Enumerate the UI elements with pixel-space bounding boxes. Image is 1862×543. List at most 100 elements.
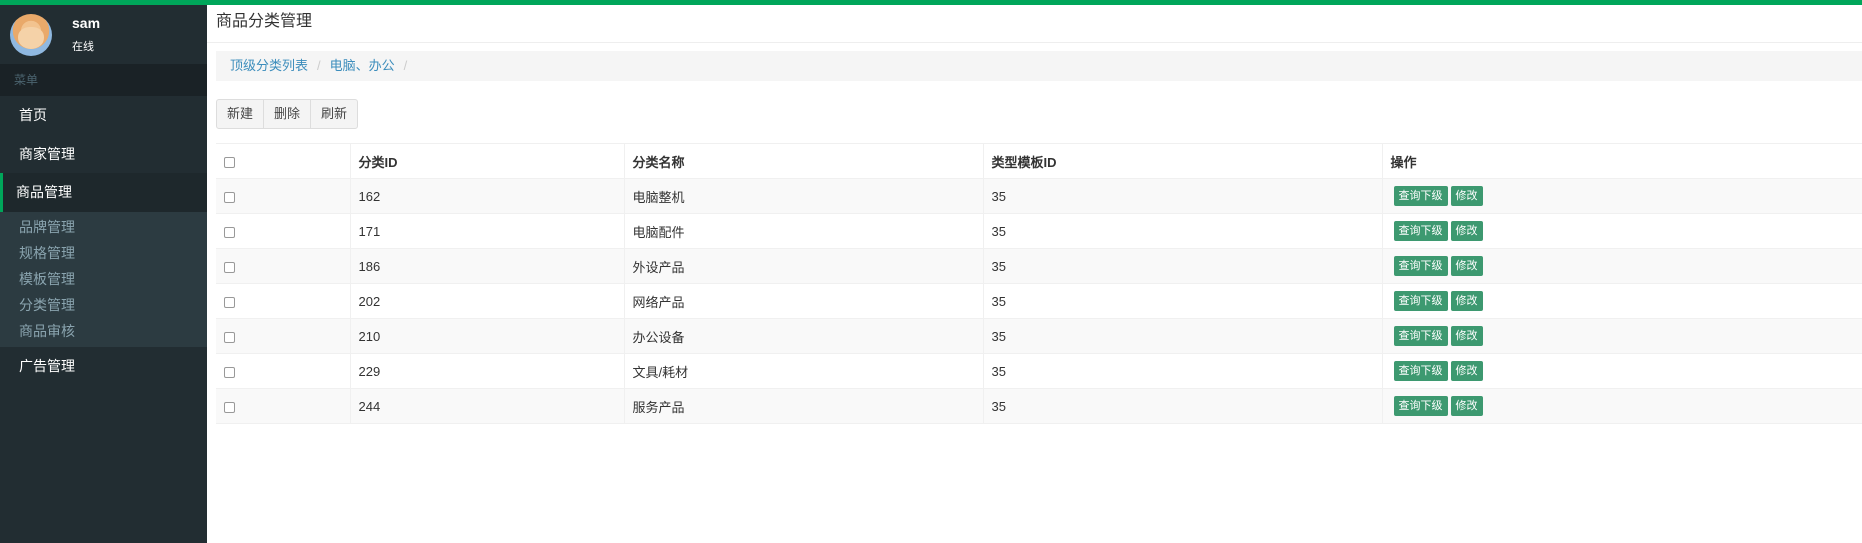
query-children-button[interactable]: 查询下级 [1393,256,1448,276]
row-id: 186 [349,248,624,284]
avatar [10,13,52,56]
breadcrumb-separator: / [403,58,408,73]
edit-button[interactable]: 修改 [1450,361,1483,381]
breadcrumb-current[interactable]: 电脑、办公 [330,58,395,73]
row-checkbox[interactable] [224,261,235,273]
row-name: 外设产品 [623,248,983,284]
submenu-item-brand[interactable]: 品牌管理 [0,214,207,240]
row-checkbox-cell [216,318,350,354]
row-template: 35 [982,318,1382,354]
submenu-item-template[interactable]: 模板管理 [0,266,207,292]
page-title: 商品分类管理 [207,5,1862,43]
row-checkbox[interactable] [224,401,235,413]
row-actions: 查询下级 修改 [1381,213,1862,249]
user-name: sam [72,15,101,31]
table-row: 186 外设产品 35 查询下级 修改 [216,248,1862,284]
query-children-button[interactable]: 查询下级 [1393,291,1448,311]
row-template: 35 [982,353,1382,389]
row-checkbox[interactable] [224,366,235,378]
row-id: 229 [349,353,624,389]
row-name: 服务产品 [623,388,983,424]
edit-button[interactable]: 修改 [1450,221,1483,241]
row-id: 162 [349,178,624,214]
query-children-button[interactable]: 查询下级 [1393,221,1448,241]
row-template: 35 [982,213,1382,249]
row-id: 244 [349,388,624,424]
query-children-button[interactable]: 查询下级 [1393,361,1448,381]
toolbar: 新建 删除 刷新 [216,99,359,129]
row-checkbox-cell [216,248,350,284]
row-checkbox[interactable] [224,191,235,203]
submenu-item-audit[interactable]: 商品审核 [0,318,207,344]
edit-button[interactable]: 修改 [1450,291,1483,311]
breadcrumb-separator: / [317,58,321,73]
sidebar-item-home[interactable]: 首页 [0,96,207,135]
select-all-cell [216,143,350,179]
table-row: 202 网络产品 35 查询下级 修改 [216,283,1862,319]
row-actions: 查询下级 修改 [1381,283,1862,319]
row-checkbox-cell [216,283,350,319]
row-checkbox[interactable] [224,331,235,343]
breadcrumb-top-level[interactable]: 顶级分类列表 [230,58,308,73]
user-status-label: 在线 [72,41,94,53]
goods-submenu: 品牌管理 规格管理 模板管理 分类管理 商品审核 [0,211,207,347]
row-id: 210 [349,318,624,354]
query-children-button[interactable]: 查询下级 [1393,326,1448,346]
delete-button[interactable]: 删除 [263,99,312,129]
avatar-dog-icon [18,26,44,49]
query-children-button[interactable]: 查询下级 [1393,186,1448,206]
category-table: 分类ID 分类名称 类型模板ID 操作 162 电脑整机 35 查询下级 修改 1… [216,143,1862,424]
sidebar-item-ads[interactable]: 广告管理 [0,347,207,386]
submenu-item-category[interactable]: 分类管理 [0,292,207,318]
column-header-id: 分类ID [349,143,624,179]
row-checkbox-cell [216,213,350,249]
row-template: 35 [982,388,1382,424]
column-header-name: 分类名称 [623,143,983,179]
row-name: 电脑配件 [623,213,983,249]
user-panel: sam 在线 [0,5,207,64]
row-id: 202 [349,283,624,319]
row-actions: 查询下级 修改 [1381,178,1862,214]
row-name: 文具/耗材 [623,353,983,389]
sidebar-item-merchant[interactable]: 商家管理 [0,135,207,174]
row-id: 171 [349,213,624,249]
table-row: 171 电脑配件 35 查询下级 修改 [216,213,1862,249]
sidebar-item-goods[interactable]: 商品管理 [0,173,207,212]
new-button[interactable]: 新建 [216,99,265,129]
menu-header: 菜单 [0,64,207,96]
refresh-button[interactable]: 刷新 [310,99,359,129]
row-checkbox-cell [216,178,350,214]
sidebar: sam 在线 菜单 首页 商家管理 商品管理 品牌管理 规格管理 模板管理 分类… [0,5,207,543]
user-info: sam 在线 [72,15,100,54]
row-checkbox[interactable] [224,296,235,308]
column-header-template: 类型模板ID [982,143,1382,179]
row-actions: 查询下级 修改 [1381,353,1862,389]
query-children-button[interactable]: 查询下级 [1393,396,1448,416]
row-actions: 查询下级 修改 [1381,388,1862,424]
row-name: 办公设备 [623,318,983,354]
main-content: 商品分类管理 顶级分类列表 / 电脑、办公 / 新建 删除 刷新 分类ID 分类名称 … [207,5,1862,543]
row-checkbox[interactable] [224,226,235,238]
table-row: 210 办公设备 35 查询下级 修改 [216,318,1862,354]
row-checkbox-cell [216,353,350,389]
edit-button[interactable]: 修改 [1450,186,1483,206]
row-template: 35 [982,283,1382,319]
breadcrumb: 顶级分类列表 / 电脑、办公 / [216,51,1862,81]
row-actions: 查询下级 修改 [1381,248,1862,284]
user-status: 在线 [72,38,100,54]
row-template: 35 [982,178,1382,214]
edit-button[interactable]: 修改 [1450,256,1483,276]
table-header-row: 分类ID 分类名称 类型模板ID 操作 [216,143,1862,179]
row-name: 电脑整机 [623,178,983,214]
table-row: 162 电脑整机 35 查询下级 修改 [216,178,1862,214]
select-all-checkbox[interactable] [224,156,235,168]
row-name: 网络产品 [623,283,983,319]
row-template: 35 [982,248,1382,284]
row-checkbox-cell [216,388,350,424]
column-header-ops: 操作 [1381,143,1862,179]
table-row: 244 服务产品 35 查询下级 修改 [216,388,1862,424]
submenu-item-spec[interactable]: 规格管理 [0,240,207,266]
table-row: 229 文具/耗材 35 查询下级 修改 [216,353,1862,389]
edit-button[interactable]: 修改 [1450,396,1483,416]
edit-button[interactable]: 修改 [1450,326,1483,346]
